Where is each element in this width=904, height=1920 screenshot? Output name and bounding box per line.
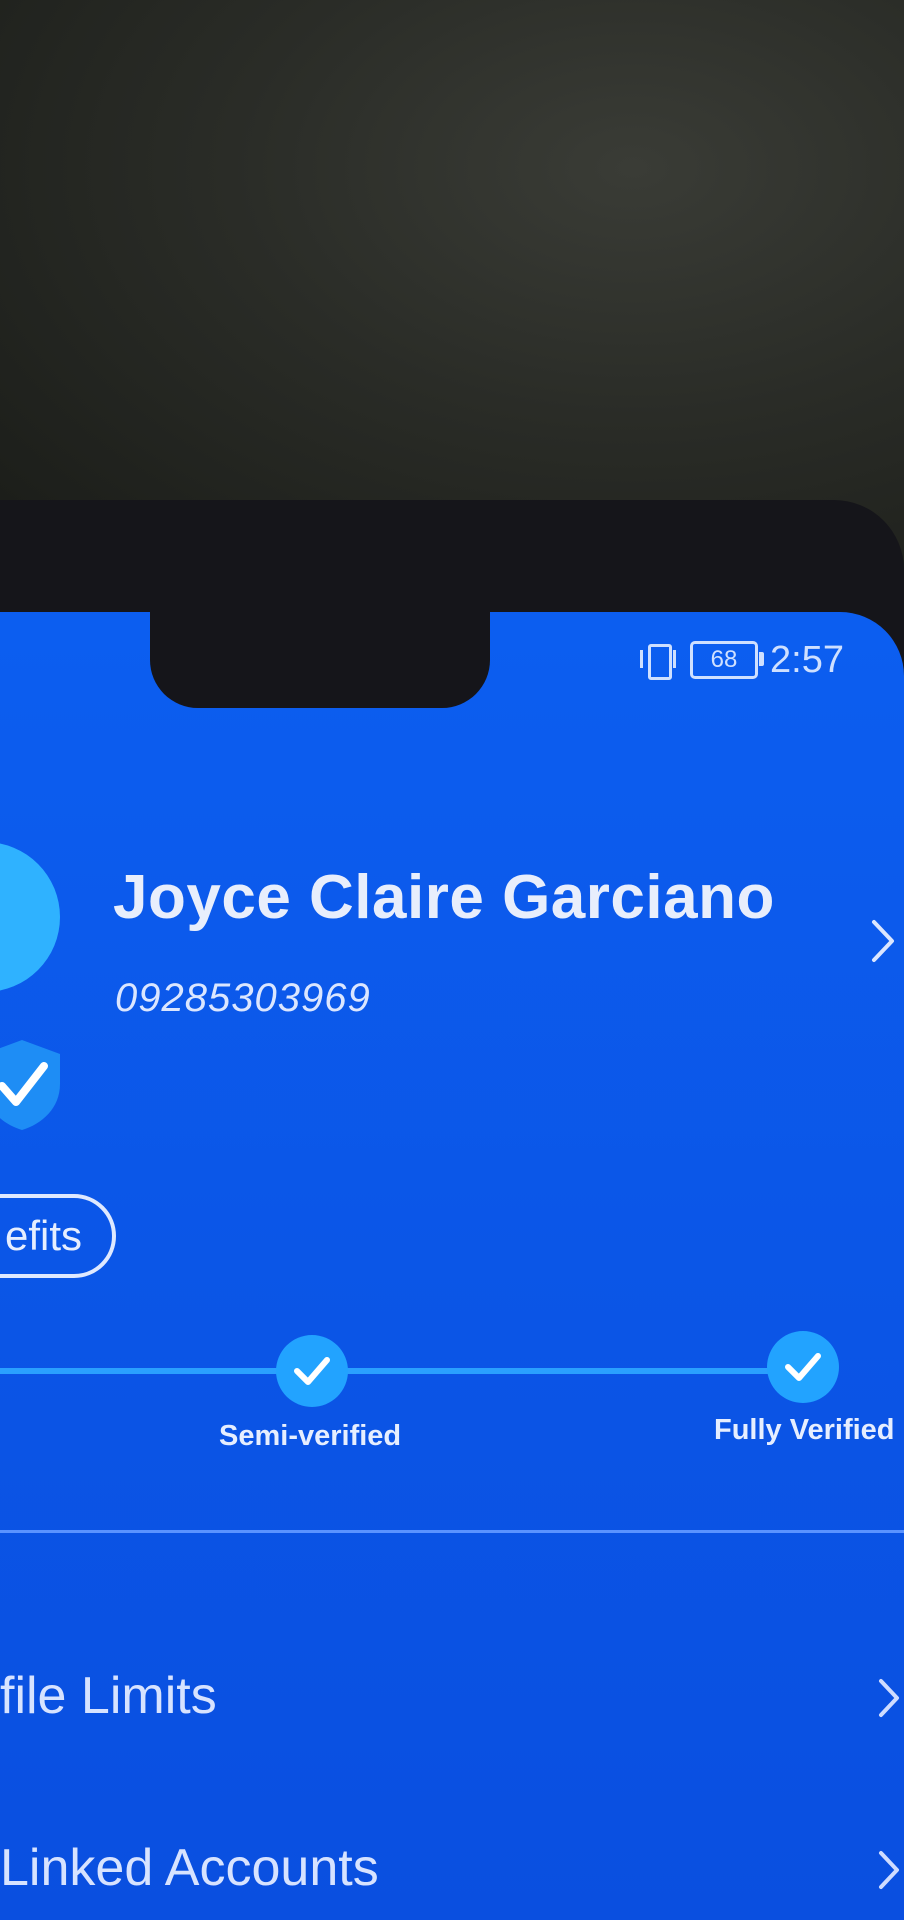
chevron-right-icon[interactable]	[868, 916, 898, 966]
verification-progress-line	[0, 1368, 800, 1374]
step-fully-verified-label: Fully Verified	[714, 1414, 895, 1446]
menu-item-profile-limits[interactable]: file Limits	[0, 1638, 904, 1758]
chevron-right-icon	[879, 1851, 899, 1889]
battery-level: 68	[710, 646, 738, 673]
status-bar: 68 2:57	[638, 632, 844, 688]
section-divider	[0, 1530, 904, 1533]
step-fully-verified-dot	[767, 1331, 839, 1403]
benefits-button-label: efits	[4, 1212, 82, 1259]
profile-phone: 09285303969	[115, 976, 371, 1020]
benefits-button[interactable]: efits	[0, 1194, 116, 1278]
menu-item-linked-accounts[interactable]: Linked Accounts	[0, 1810, 904, 1920]
chevron-right-icon	[879, 1679, 899, 1717]
avatar[interactable]	[0, 842, 60, 992]
menu-item-label: file Limits	[0, 1667, 217, 1725]
step-semi-verified-dot	[276, 1335, 348, 1407]
step-semi-verified-label: Semi-verified	[219, 1420, 402, 1452]
menu-item-label: Linked Accounts	[0, 1839, 379, 1897]
profile-name[interactable]: Joyce Claire Garciano	[113, 862, 775, 933]
verified-shield-icon	[0, 1040, 60, 1130]
battery-icon: 68	[690, 641, 765, 679]
check-icon	[294, 1357, 330, 1385]
app-screen: 68 2:57 Joyce Claire Garciano 0928530396…	[0, 612, 904, 1920]
check-icon	[785, 1353, 821, 1381]
photo-background	[0, 0, 904, 560]
vibrate-icon	[638, 640, 678, 680]
status-time: 2:57	[770, 638, 844, 681]
camera-notch	[150, 612, 490, 708]
